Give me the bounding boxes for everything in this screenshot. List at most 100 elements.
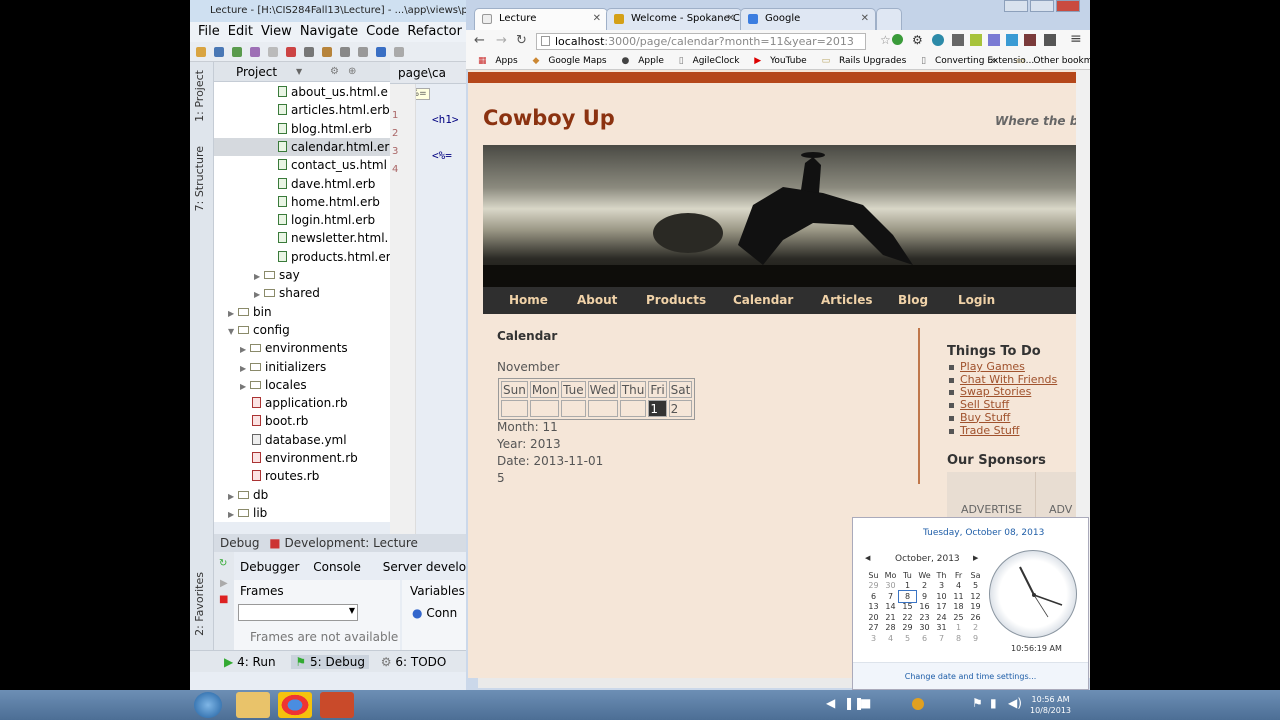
collapse-icon[interactable]: ⊕ xyxy=(348,62,356,82)
todo-link[interactable]: Swap Stories xyxy=(960,385,1031,398)
calendar-day[interactable]: 30 xyxy=(916,623,933,634)
mini-calendar-month[interactable]: October, 2013 xyxy=(895,554,960,564)
calendar-day[interactable]: 2 xyxy=(916,581,933,592)
calendar-day[interactable]: 4 xyxy=(882,633,899,644)
minimize-button[interactable] xyxy=(1004,0,1028,12)
calendar-day[interactable]: 6 xyxy=(865,591,882,602)
tree-item[interactable]: articles.html.erb xyxy=(214,101,390,119)
expand-icon[interactable]: ▶ xyxy=(240,378,250,396)
calendar-day[interactable]: 9 xyxy=(916,591,933,602)
calendar-day[interactable]: 19 xyxy=(967,602,984,613)
menu-code[interactable]: Code xyxy=(366,24,399,39)
rubymine-taskbar-icon[interactable] xyxy=(320,692,354,718)
nav-products[interactable]: Products xyxy=(646,287,706,314)
new-tab-button[interactable] xyxy=(876,8,902,30)
extension-screen-icon[interactable] xyxy=(952,34,964,46)
calendar-day[interactable]: 11 xyxy=(950,591,967,602)
forward-icon[interactable] xyxy=(394,47,404,57)
calendar-day[interactable]: 2 xyxy=(967,623,984,634)
nav-blog[interactable]: Blog xyxy=(898,287,928,314)
tree-item[interactable]: environment.rb xyxy=(214,449,390,467)
expand-icon[interactable]: ▶ xyxy=(254,286,264,304)
menu-navigate[interactable]: Navigate xyxy=(300,24,358,39)
maximize-button[interactable] xyxy=(1030,0,1054,12)
cut-icon[interactable] xyxy=(286,47,296,57)
expand-icon[interactable]: ▶ xyxy=(240,360,250,378)
extension-dark-icon[interactable] xyxy=(1044,34,1056,46)
tree-item[interactable]: about_us.html.e xyxy=(214,83,390,101)
calendar-day[interactable]: 7 xyxy=(933,633,950,644)
calendar-day[interactable]: 9 xyxy=(967,633,984,644)
project-tool-tab[interactable]: 1: Project xyxy=(193,70,206,122)
todo-link[interactable]: Sell Stuff xyxy=(960,398,1009,411)
menu-refactor[interactable]: Refactor xyxy=(407,24,462,39)
find-icon[interactable] xyxy=(340,47,350,57)
chrome-taskbar-icon[interactable] xyxy=(278,692,312,718)
calendar-day[interactable]: 15 xyxy=(899,602,916,613)
nav-about[interactable]: About xyxy=(577,287,617,314)
copy-icon[interactable] xyxy=(304,47,314,57)
tree-item[interactable]: ▶ say xyxy=(214,266,390,284)
redo-icon[interactable] xyxy=(268,47,278,57)
menu-view[interactable]: View xyxy=(261,24,292,39)
extension-check-icon[interactable] xyxy=(892,34,903,45)
tree-item[interactable]: application.rb xyxy=(214,394,390,412)
browser-tab-google[interactable]: Google ✕ xyxy=(740,8,876,30)
tab-server[interactable]: Server developm xyxy=(383,560,466,574)
volume-icon[interactable]: ◀) xyxy=(1008,696,1022,710)
calendar-day[interactable]: 14 xyxy=(882,602,899,613)
tree-item[interactable]: ▶ shared xyxy=(214,284,390,302)
nav-articles[interactable]: Articles xyxy=(821,287,873,314)
calendar-day[interactable]: 5 xyxy=(967,581,984,592)
network-icon[interactable]: ▮ xyxy=(990,696,997,710)
tree-item[interactable]: dave.html.erb xyxy=(214,175,390,193)
expand-icon[interactable]: ▶ xyxy=(228,506,238,522)
bookmark-google-maps[interactable]: ◆ Google Maps xyxy=(527,56,607,66)
tree-item[interactable]: ▶ db xyxy=(214,486,390,504)
bookmark-youtube[interactable]: ▶ YouTube xyxy=(748,56,806,66)
calendar-day[interactable]: 27 xyxy=(865,623,882,634)
bookmark-rails-upgrades[interactable]: ▭ Rails Upgrades xyxy=(816,56,907,66)
menu-file[interactable]: File xyxy=(198,24,220,39)
tree-item[interactable]: products.html.er xyxy=(214,248,390,266)
close-icon[interactable]: ✕ xyxy=(861,9,869,29)
calendar-day[interactable]: 29 xyxy=(865,581,882,592)
tree-item[interactable]: routes.rb xyxy=(214,467,390,485)
other-bookmarks[interactable]: ▭ Other bookmarks xyxy=(1010,52,1090,69)
chevron-down-icon[interactable]: ▼ xyxy=(296,62,302,82)
tab-calendar-erb[interactable]: page\ca xyxy=(398,66,446,80)
calendar-day[interactable]: 31 xyxy=(933,623,950,634)
calendar-day[interactable]: 13 xyxy=(865,602,882,613)
reload-icon[interactable]: ↻ xyxy=(516,33,527,48)
calendar-day[interactable]: 5 xyxy=(899,633,916,644)
close-icon[interactable]: ✕ xyxy=(593,9,601,29)
extension-red-icon[interactable] xyxy=(1024,34,1036,46)
rerun-icon[interactable]: ↻ xyxy=(219,558,227,569)
current-date-link[interactable]: Tuesday, October 08, 2013 xyxy=(923,528,1044,538)
bookmark-apple[interactable]: ● Apple xyxy=(616,56,664,66)
extension-gear-icon[interactable]: ⚙ xyxy=(912,33,923,47)
tree-item[interactable]: home.html.erb xyxy=(214,193,390,211)
forward-icon[interactable]: → xyxy=(496,33,507,48)
explorer-taskbar-icon[interactable] xyxy=(236,692,270,718)
calendar-day[interactable]: 30 xyxy=(882,581,899,592)
address-bar[interactable]: localhost:3000/page/calendar?month=11&ye… xyxy=(536,33,866,50)
next-month-icon[interactable]: ▶ xyxy=(973,554,978,562)
calendar-day[interactable]: 17 xyxy=(933,602,950,613)
bookmark-apps[interactable]: ▦ Apps xyxy=(472,56,518,66)
extension-blue-icon[interactable] xyxy=(1006,34,1018,46)
tree-item[interactable]: ▶ environments xyxy=(214,339,390,357)
expand-icon[interactable]: ▶ xyxy=(228,488,238,506)
tree-item[interactable]: ▶ bin xyxy=(214,303,390,321)
todo-link[interactable]: Buy Stuff xyxy=(960,411,1010,424)
tree-item[interactable]: ▼ config xyxy=(214,321,390,339)
tray-chrome-icon[interactable] xyxy=(912,698,924,710)
calendar-day[interactable]: 3 xyxy=(933,581,950,592)
nav-calendar[interactable]: Calendar xyxy=(733,287,793,314)
resume-icon[interactable]: ▶ xyxy=(220,578,228,589)
calendar-day[interactable]: 12 xyxy=(967,591,984,602)
tree-item[interactable]: database.yml xyxy=(214,431,390,449)
close-icon[interactable]: ✕ xyxy=(727,9,735,29)
todo-link[interactable]: Play Games xyxy=(960,360,1025,373)
calendar-day[interactable]: 18 xyxy=(950,602,967,613)
